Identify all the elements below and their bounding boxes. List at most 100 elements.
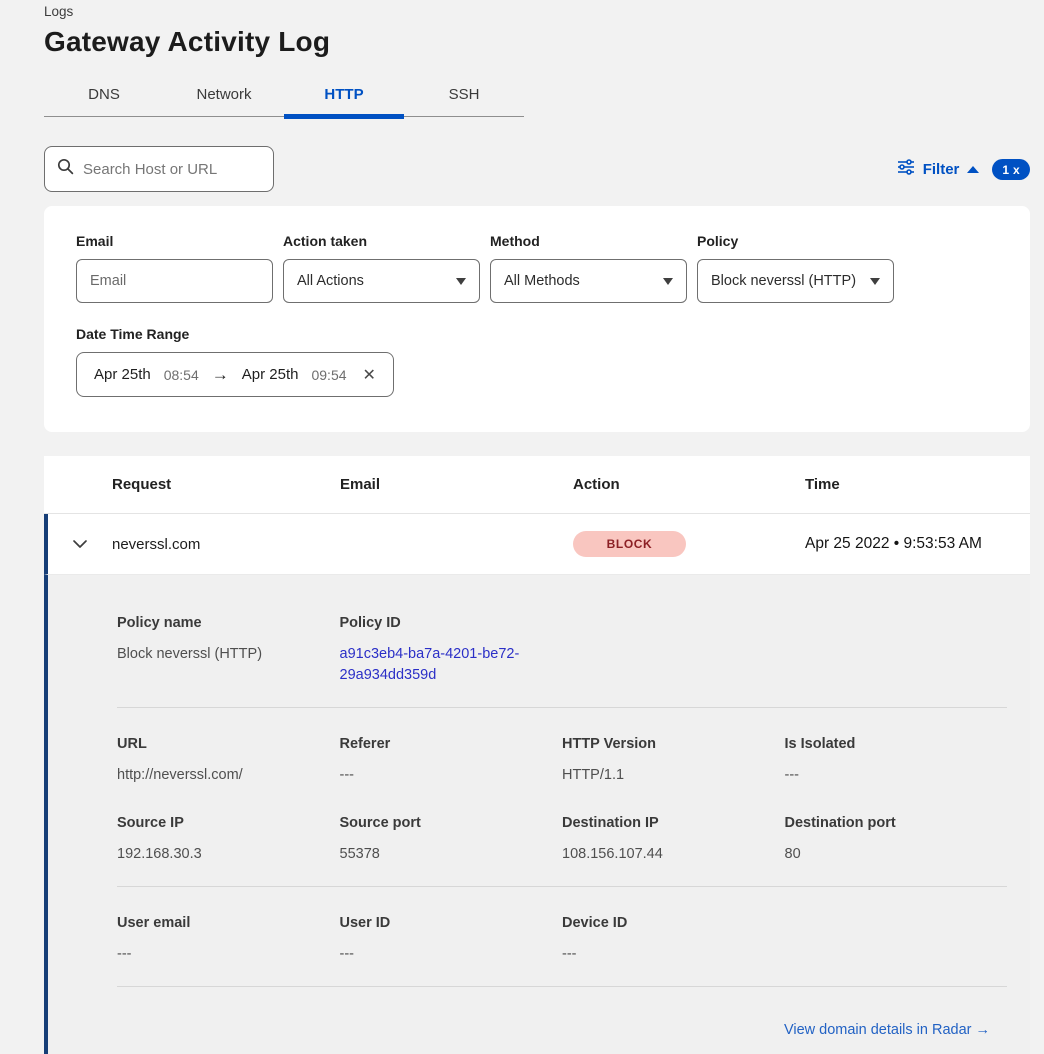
tab-network[interactable]: Network xyxy=(164,78,284,116)
activity-log-table: Request Email Action Time neverssl.com B… xyxy=(44,456,1030,1054)
chevron-down-icon xyxy=(663,278,673,285)
referer-value: --- xyxy=(340,765,563,786)
expand-chevron-icon[interactable] xyxy=(48,539,112,549)
status-badge: BLOCK xyxy=(573,531,686,557)
end-date: Apr 25th xyxy=(242,366,299,383)
row-detail-panel: Policy name Block neverssl (HTTP) Policy… xyxy=(44,575,1030,1054)
page-title: Gateway Activity Log xyxy=(44,26,1030,58)
request-details-section: URL http://neverssl.com/ Referer --- HTT… xyxy=(117,736,1007,865)
chevron-up-icon xyxy=(967,166,979,173)
policy-id-label: Policy ID xyxy=(340,615,563,631)
policy-name-value: Block neverssl (HTTP) xyxy=(117,644,340,665)
action-taken-label: Action taken xyxy=(283,233,480,249)
radar-link-row: View domain details in Radar → xyxy=(117,1021,1007,1039)
method-value: All Methods xyxy=(504,273,580,289)
action-taken-value: All Actions xyxy=(297,273,364,289)
filter-count-badge[interactable]: 1 x xyxy=(992,159,1030,180)
filter-button[interactable]: Filter 1 x xyxy=(897,159,1030,180)
page: Logs Gateway Activity Log DNS Network HT… xyxy=(0,0,1044,1054)
filter-sliders-icon xyxy=(897,159,915,179)
user-id-cell: User ID --- xyxy=(340,915,563,965)
http-version-label: HTTP Version xyxy=(562,736,785,752)
user-email-cell: User email --- xyxy=(117,915,340,965)
policy-label: Policy xyxy=(697,233,894,249)
policy-select[interactable]: Block neverssl (HTTP) xyxy=(697,259,894,303)
destination-ip-label: Destination IP xyxy=(562,815,785,831)
column-header-action: Action xyxy=(573,476,805,493)
destination-port-cell: Destination port 80 xyxy=(785,815,1008,865)
column-header-request: Request xyxy=(112,476,340,493)
filter-fields: Email Action taken All Actions Method Al… xyxy=(76,233,998,303)
policy-id-link[interactable]: a91c3eb4-ba7a-4201-be72-29a934dd359d xyxy=(340,644,533,686)
tab-bar: DNS Network HTTP SSH xyxy=(44,78,524,117)
row-request: neverssl.com xyxy=(112,536,340,553)
tab-dns[interactable]: DNS xyxy=(44,78,164,116)
user-details-section: User email --- User ID --- Device ID --- xyxy=(117,915,1007,965)
user-email-value: --- xyxy=(117,944,340,965)
is-isolated-value: --- xyxy=(785,765,1008,786)
url-cell: URL http://neverssl.com/ xyxy=(117,736,340,786)
row-action: BLOCK xyxy=(573,531,805,557)
policy-id-cell: Policy ID a91c3eb4-ba7a-4201-be72-29a934… xyxy=(340,615,563,686)
user-id-value: --- xyxy=(340,944,563,965)
user-id-label: User ID xyxy=(340,915,563,931)
referer-cell: Referer --- xyxy=(340,736,563,786)
device-id-cell: Device ID --- xyxy=(562,915,785,965)
action-taken-select[interactable]: All Actions xyxy=(283,259,480,303)
column-header-time: Time xyxy=(805,476,1030,493)
tab-ssh[interactable]: SSH xyxy=(404,78,524,116)
source-ip-cell: Source IP 192.168.30.3 xyxy=(117,815,340,865)
divider xyxy=(117,886,1007,887)
http-version-value: HTTP/1.1 xyxy=(562,765,785,786)
is-isolated-label: Is Isolated xyxy=(785,736,1008,752)
policy-value: Block neverssl (HTTP) xyxy=(711,273,856,289)
divider xyxy=(117,707,1007,708)
method-select[interactable]: All Methods xyxy=(490,259,687,303)
is-isolated-cell: Is Isolated --- xyxy=(785,736,1008,786)
end-time: 09:54 xyxy=(311,367,346,383)
date-range-picker[interactable]: Apr 25th 08:54 → Apr 25th 09:54 ✕ xyxy=(76,352,394,397)
user-email-label: User email xyxy=(117,915,340,931)
policy-name-cell: Policy name Block neverssl (HTTP) xyxy=(117,615,340,686)
table-header-row: Request Email Action Time xyxy=(44,456,1030,514)
tab-http[interactable]: HTTP xyxy=(284,78,404,116)
action-taken-filter: Action taken All Actions xyxy=(283,233,480,303)
chevron-down-icon xyxy=(870,278,880,285)
breadcrumb: Logs xyxy=(44,4,1030,19)
url-value: http://neverssl.com/ xyxy=(117,765,340,786)
source-ip-label: Source IP xyxy=(117,815,340,831)
arrow-right-icon: → xyxy=(212,365,229,385)
source-port-label: Source port xyxy=(340,815,563,831)
filter-label: Filter xyxy=(923,161,960,178)
email-filter: Email xyxy=(76,233,273,303)
filter-panel: Email Action taken All Actions Method Al… xyxy=(44,206,1030,432)
destination-port-label: Destination port xyxy=(785,815,1008,831)
policy-section: Policy name Block neverssl (HTTP) Policy… xyxy=(117,615,1007,686)
method-filter: Method All Methods xyxy=(490,233,687,303)
policy-name-label: Policy name xyxy=(117,615,340,631)
search-box[interactable] xyxy=(44,146,274,192)
table-row[interactable]: neverssl.com BLOCK Apr 25 2022 • 9:53:53… xyxy=(44,514,1030,575)
column-header-email: Email xyxy=(340,476,573,493)
source-port-cell: Source port 55378 xyxy=(340,815,563,865)
destination-port-value: 80 xyxy=(785,844,1008,865)
search-filter-row: Filter 1 x xyxy=(44,146,1030,192)
source-port-value: 55378 xyxy=(340,844,563,865)
clear-date-icon[interactable]: ✕ xyxy=(363,365,376,385)
date-range-label: Date Time Range xyxy=(76,326,998,342)
email-filter-label: Email xyxy=(76,233,273,249)
policy-filter: Policy Block neverssl (HTTP) xyxy=(697,233,894,303)
row-time: Apr 25 2022 • 9:53:53 AM xyxy=(805,535,1030,553)
start-time: 08:54 xyxy=(164,367,199,383)
email-field-wrap xyxy=(76,259,273,303)
start-date: Apr 25th xyxy=(94,366,151,383)
divider xyxy=(117,986,1007,987)
device-id-value: --- xyxy=(562,944,785,965)
destination-ip-cell: Destination IP 108.156.107.44 xyxy=(562,815,785,865)
source-ip-value: 192.168.30.3 xyxy=(117,844,340,865)
destination-ip-value: 108.156.107.44 xyxy=(562,844,785,865)
radar-link[interactable]: View domain details in Radar → xyxy=(784,1022,990,1038)
device-id-label: Device ID xyxy=(562,915,785,931)
email-field[interactable] xyxy=(90,273,259,289)
search-input[interactable] xyxy=(83,161,261,178)
